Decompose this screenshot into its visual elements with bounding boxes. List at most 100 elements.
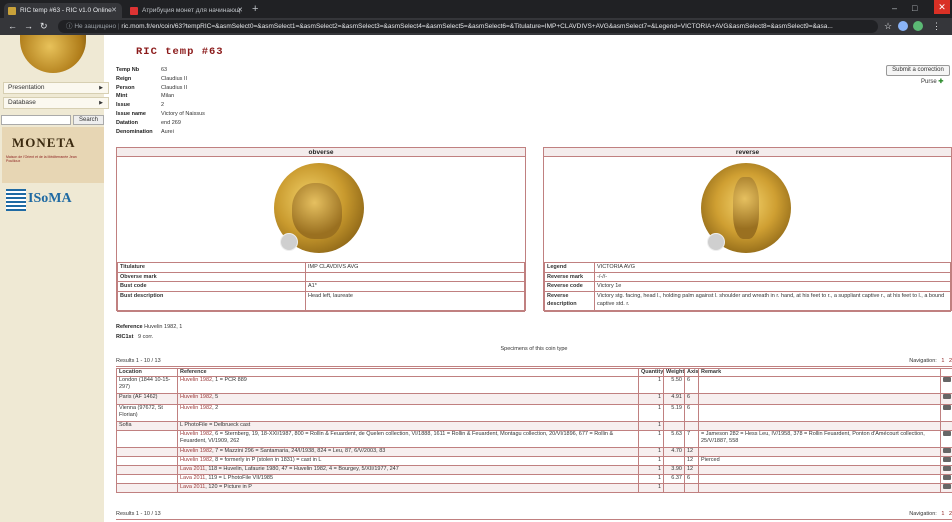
col-remark[interactable]: Remark xyxy=(698,368,941,377)
cell-quantity: 1 xyxy=(638,404,664,422)
camera-icon[interactable] xyxy=(943,484,951,490)
cell-location xyxy=(116,430,178,448)
new-tab-button[interactable]: + xyxy=(252,3,258,15)
cell-axis: 12 xyxy=(684,447,699,457)
detail-row: Bust code A1* xyxy=(117,281,525,292)
cell-location xyxy=(116,465,178,475)
table-row: London (1844 10-15-297) Huvelin 1982, 1 … xyxy=(116,376,952,394)
minimize-icon[interactable]: – xyxy=(892,2,897,14)
camera-icon[interactable] xyxy=(943,405,951,411)
reverse-coin-image[interactable] xyxy=(701,163,791,253)
reference-link[interactable]: Huvelin 1982 xyxy=(180,449,212,455)
cell-weight: 5.63 xyxy=(663,430,685,448)
menu-item-database[interactable]: Database ▶ xyxy=(3,97,109,109)
cell-axis: 6 xyxy=(684,393,699,405)
cell-weight: 4.91 xyxy=(663,393,685,405)
close-tab-icon[interactable]: ✕ xyxy=(111,3,117,18)
camera-icon[interactable] xyxy=(943,466,951,472)
reference-link[interactable]: Lava 2011 xyxy=(180,476,205,482)
camera-icon[interactable] xyxy=(943,457,951,463)
reference-link[interactable]: Huvelin 1982 xyxy=(180,395,212,401)
detail-row: Titulature IMP CLAVDIVS AVG xyxy=(117,262,525,273)
cell-photo xyxy=(940,404,952,422)
zoom-thumbnail-icon[interactable] xyxy=(280,233,298,251)
reference-block: Reference Huvelin 1982, 1 RIC1st 9 corr. xyxy=(116,322,182,342)
moneta-logo[interactable]: MONETA Maison de l'Orient et de la Médit… xyxy=(2,127,104,183)
reference-link[interactable]: Huvelin 1982 xyxy=(180,378,212,384)
col-location[interactable]: Location xyxy=(116,368,178,377)
search-button[interactable]: Search xyxy=(73,115,104,125)
detail-value: Head left, laureate xyxy=(305,290,525,312)
reload-icon[interactable]: ↻ xyxy=(40,20,48,32)
close-window-icon[interactable]: ✕ xyxy=(934,0,950,14)
obverse-coin-image[interactable] xyxy=(274,163,364,253)
table-row: Vienna (97672, St Florian) Huvelin 1982,… xyxy=(116,404,952,422)
zoom-thumbnail-icon[interactable] xyxy=(707,233,725,251)
cell-weight: 4.70 xyxy=(663,447,685,457)
search-input[interactable] xyxy=(1,115,71,125)
reference-text: , 118 = Huvelin, Lafaurie 1980, 47 = Huv… xyxy=(205,466,399,473)
close-tab-icon[interactable]: ✕ xyxy=(237,3,243,18)
cell-location: Paris (AF 1462) xyxy=(116,393,178,405)
camera-icon[interactable] xyxy=(943,431,951,437)
browser-tab-active[interactable]: RIC temp #63 - RIC v1.0 Online ✕ xyxy=(4,3,122,18)
purse-link[interactable]: Purse ✚ xyxy=(921,78,943,85)
menu-item-presentation[interactable]: Presentation ▶ xyxy=(3,82,109,94)
reference-link[interactable]: Huvelin 1982 xyxy=(180,406,212,412)
camera-icon[interactable] xyxy=(943,377,951,383)
extension-icon[interactable] xyxy=(898,21,908,31)
profile-avatar-icon[interactable] xyxy=(913,21,923,31)
info-value: 63 xyxy=(161,67,168,73)
reference-link[interactable]: Lava 2011 xyxy=(180,467,205,473)
camera-icon[interactable] xyxy=(943,394,951,400)
reference-text: , 119 = L PhotoFile VII/1985 xyxy=(205,475,274,482)
navigation-label: Navigation: xyxy=(909,358,937,364)
pagination: Navigation: 1 2 xyxy=(909,509,952,520)
pagination: Navigation: 1 2 xyxy=(909,356,952,367)
info-icon[interactable]: ⓘ xyxy=(66,23,73,30)
cell-remark xyxy=(698,421,941,431)
add-to-purse-icon[interactable]: ✚ xyxy=(938,79,943,85)
obverse-details: Titulature IMP CLAVDIVS AVG Obverse mark … xyxy=(117,262,525,312)
detail-value: VICTORIA AVG xyxy=(594,262,951,273)
search-row: Search xyxy=(1,115,105,126)
col-axis[interactable]: Axis xyxy=(684,368,699,377)
cell-reference: Huvelin 1982, 8 = formerly in P (stolen … xyxy=(177,456,639,466)
reference-link[interactable]: Lava 2011 xyxy=(180,485,205,491)
camera-icon[interactable] xyxy=(943,448,951,454)
camera-icon[interactable] xyxy=(943,475,951,481)
col-reference[interactable]: Reference xyxy=(177,368,639,377)
coin-logo[interactable] xyxy=(20,35,86,73)
tab-title: RIC temp #63 - RIC v1.0 Online xyxy=(20,7,112,14)
detail-row: Reverse mark -/-//- xyxy=(544,271,951,282)
browser-tab-inactive[interactable]: Атрибуция монет для начинающ ✕ xyxy=(126,3,248,18)
menu-dots-icon[interactable]: ⋮ xyxy=(932,20,941,32)
reference-link[interactable]: Huvelin 1982 xyxy=(180,458,212,464)
page-link-1[interactable]: 1 xyxy=(941,358,944,364)
cell-weight: 6.37 xyxy=(663,474,685,484)
address-bar[interactable]: ⓘ Не защищено | ric.mom.fr/en/coin/63?te… xyxy=(58,20,878,33)
specimens-table: Location Reference Quantity Weight Axis … xyxy=(116,368,952,493)
page-link-1[interactable]: 1 xyxy=(941,511,944,517)
col-weight[interactable]: Weight xyxy=(663,368,685,377)
cell-axis: 6 xyxy=(684,474,699,484)
maximize-icon[interactable]: □ xyxy=(912,2,917,14)
col-quantity[interactable]: Quantity xyxy=(638,368,664,377)
cell-reference: Huvelin 1982, 6 = Sternberg, 19, 18-XXI/… xyxy=(177,430,639,448)
submit-correction-button[interactable]: Submit a correction xyxy=(886,65,950,76)
forward-arrow-icon[interactable]: → xyxy=(24,20,33,32)
reference-link[interactable]: Huvelin 1982 xyxy=(180,432,212,438)
isoma-logo[interactable]: ISoMA xyxy=(2,185,104,215)
reference-text: , 8 = formerly in P (stolen in 1831) = c… xyxy=(212,457,322,464)
bookmark-star-icon[interactable]: ☆ xyxy=(884,20,892,32)
back-arrow-icon[interactable]: ← xyxy=(8,20,17,32)
detail-key: Legend xyxy=(544,262,595,273)
info-value: end 269 xyxy=(161,119,181,126)
detail-value: -/-//- xyxy=(594,271,951,282)
security-label: Не защищено xyxy=(74,23,117,30)
table-row: Huvelin 1982, 7 = Mazzini 296 = Santamar… xyxy=(116,447,952,457)
cell-weight xyxy=(663,421,685,431)
cell-location xyxy=(116,474,178,484)
detail-key: Reverse description xyxy=(544,290,595,312)
info-value: 2 xyxy=(161,102,165,109)
